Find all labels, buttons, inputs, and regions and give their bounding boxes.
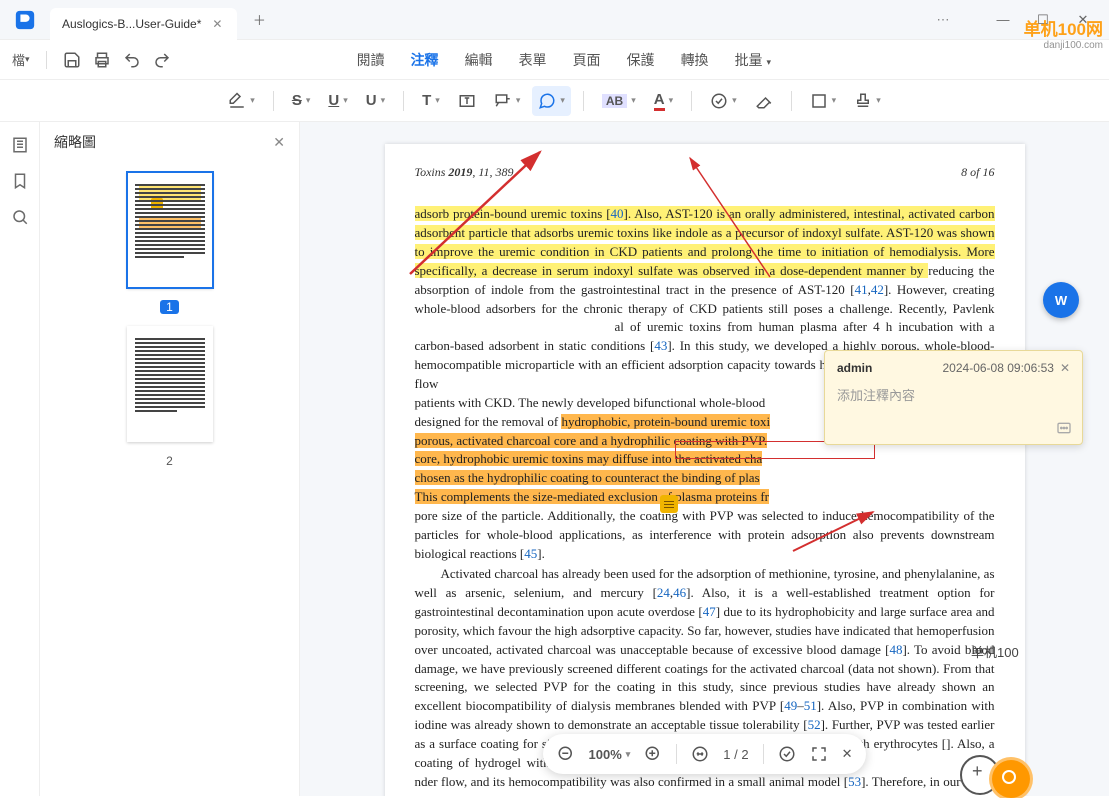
eraser-tool[interactable] <box>749 86 779 116</box>
text-tool[interactable]: T▾ <box>416 86 446 116</box>
zoom-out-icon[interactable] <box>557 745 575 763</box>
tab-title: Auslogics-B...User-Guide* <box>62 17 201 31</box>
wavy-underline-tool[interactable]: U▾ <box>360 86 391 116</box>
area-highlight-tool[interactable]: AB▾ <box>596 86 642 116</box>
shape-tool[interactable]: ▾ <box>804 86 843 116</box>
more-icon[interactable]: ⋯ <box>933 10 953 30</box>
fit-width-icon[interactable] <box>691 745 709 763</box>
bookmark-icon[interactable] <box>11 172 29 190</box>
stamp-tool[interactable]: ▾ <box>848 86 887 116</box>
menubar: 檔 ▾ 閱讀 注釋 編輯 表單 頁面 保護 轉換 批量 ▾ <box>0 40 1109 80</box>
undo-icon[interactable] <box>123 51 141 69</box>
save-icon[interactable] <box>63 51 81 69</box>
zoom-bar: 100% ▾ 1 / 2 ✕ <box>543 734 867 774</box>
comment-options-icon[interactable] <box>1056 420 1072 436</box>
document-tab[interactable]: Auslogics-B...User-Guide* ✕ <box>50 8 237 40</box>
tab-read[interactable]: 閱讀 <box>357 46 385 74</box>
comment-timestamp: 2024-06-08 09:06:53 <box>943 361 1054 375</box>
tab-annotate[interactable]: 注釋 <box>411 46 439 74</box>
comment-author: admin <box>837 361 872 375</box>
page-input[interactable]: 1 / 2 <box>723 747 748 762</box>
comment-close-icon[interactable]: ✕ <box>1060 361 1070 375</box>
pdf-page: Toxins 2019, 11, 389 8 of 16 adsorb prot… <box>385 144 1025 796</box>
textbox-tool[interactable] <box>452 86 482 116</box>
zoom-value[interactable]: 100% ▾ <box>589 747 631 762</box>
strikethrough-tool[interactable]: S▾ <box>286 86 317 116</box>
tab-page[interactable]: 頁面 <box>573 46 601 74</box>
zoom-in-icon[interactable] <box>644 745 662 763</box>
read-mode-icon[interactable] <box>778 745 796 763</box>
note-tool[interactable]: ▾ <box>532 86 571 116</box>
page-number: 8 of 16 <box>961 164 994 181</box>
thumbnail-num-1: 1 <box>160 300 179 314</box>
tab-edit[interactable]: 編輯 <box>465 46 493 74</box>
thumbnail-panel: 縮略圖 ✕ 1 2 <box>40 122 300 796</box>
file-menu[interactable]: 檔 ▾ <box>12 50 30 69</box>
callout-tool[interactable]: ▾ <box>488 86 527 116</box>
font-color-tool[interactable]: A▾ <box>648 86 679 116</box>
tab-form[interactable]: 表單 <box>519 46 547 74</box>
thumbnail-title: 縮略圖 <box>54 132 96 152</box>
titlebar: Auslogics-B...User-Guide* ✕ ＋ ⋯ — ☐ ✕ <box>0 0 1109 40</box>
tab-protect[interactable]: 保護 <box>627 46 655 74</box>
search-icon[interactable] <box>11 208 29 226</box>
tab-convert[interactable]: 轉換 <box>681 46 709 74</box>
note-annotation-marker[interactable] <box>660 495 678 513</box>
journal-info: Toxins 2019, 11, 389 <box>415 164 514 181</box>
tab-batch[interactable]: 批量 ▾ <box>735 46 771 74</box>
underline-tool[interactable]: U▾ <box>322 86 353 116</box>
thumbnail-page-1[interactable] <box>127 172 213 288</box>
magnifier-orange-icon <box>992 760 1030 798</box>
highlight-tool[interactable]: ▾ <box>222 86 261 116</box>
tab-close-icon[interactable]: ✕ <box>209 16 225 32</box>
fullscreen-icon[interactable] <box>810 745 828 763</box>
pencil-tool[interactable]: ▾ <box>704 86 743 116</box>
zoombar-close-icon[interactable]: ✕ <box>842 746 853 762</box>
app-logo <box>0 9 50 31</box>
document-watermark: 单机100 <box>971 642 1019 661</box>
comment-popup: admin 2024-06-08 09:06:53 ✕ 添加注釋內容 <box>824 350 1083 445</box>
comment-input[interactable]: 添加注釋內容 <box>825 381 1082 444</box>
left-sidebar <box>0 122 40 796</box>
redo-icon[interactable] <box>153 51 171 69</box>
new-tab-button[interactable]: ＋ <box>245 6 273 34</box>
print-icon[interactable] <box>93 51 111 69</box>
thumbnail-page-2[interactable] <box>127 326 213 442</box>
thumbnail-num-2: 2 <box>166 454 173 468</box>
main-tabs: 閱讀 注釋 編輯 表單 頁面 保護 轉換 批量 ▾ <box>357 46 771 74</box>
thumbnail-close-icon[interactable]: ✕ <box>273 134 285 151</box>
thumbnails-icon[interactable] <box>11 136 29 154</box>
document-area[interactable]: Toxins 2019, 11, 389 8 of 16 adsorb prot… <box>300 122 1109 796</box>
annotation-toolbar: ▾ S▾ U▾ U▾ T▾ ▾ ▾ AB▾ A▾ ▾ ▾ ▾ <box>0 80 1109 122</box>
